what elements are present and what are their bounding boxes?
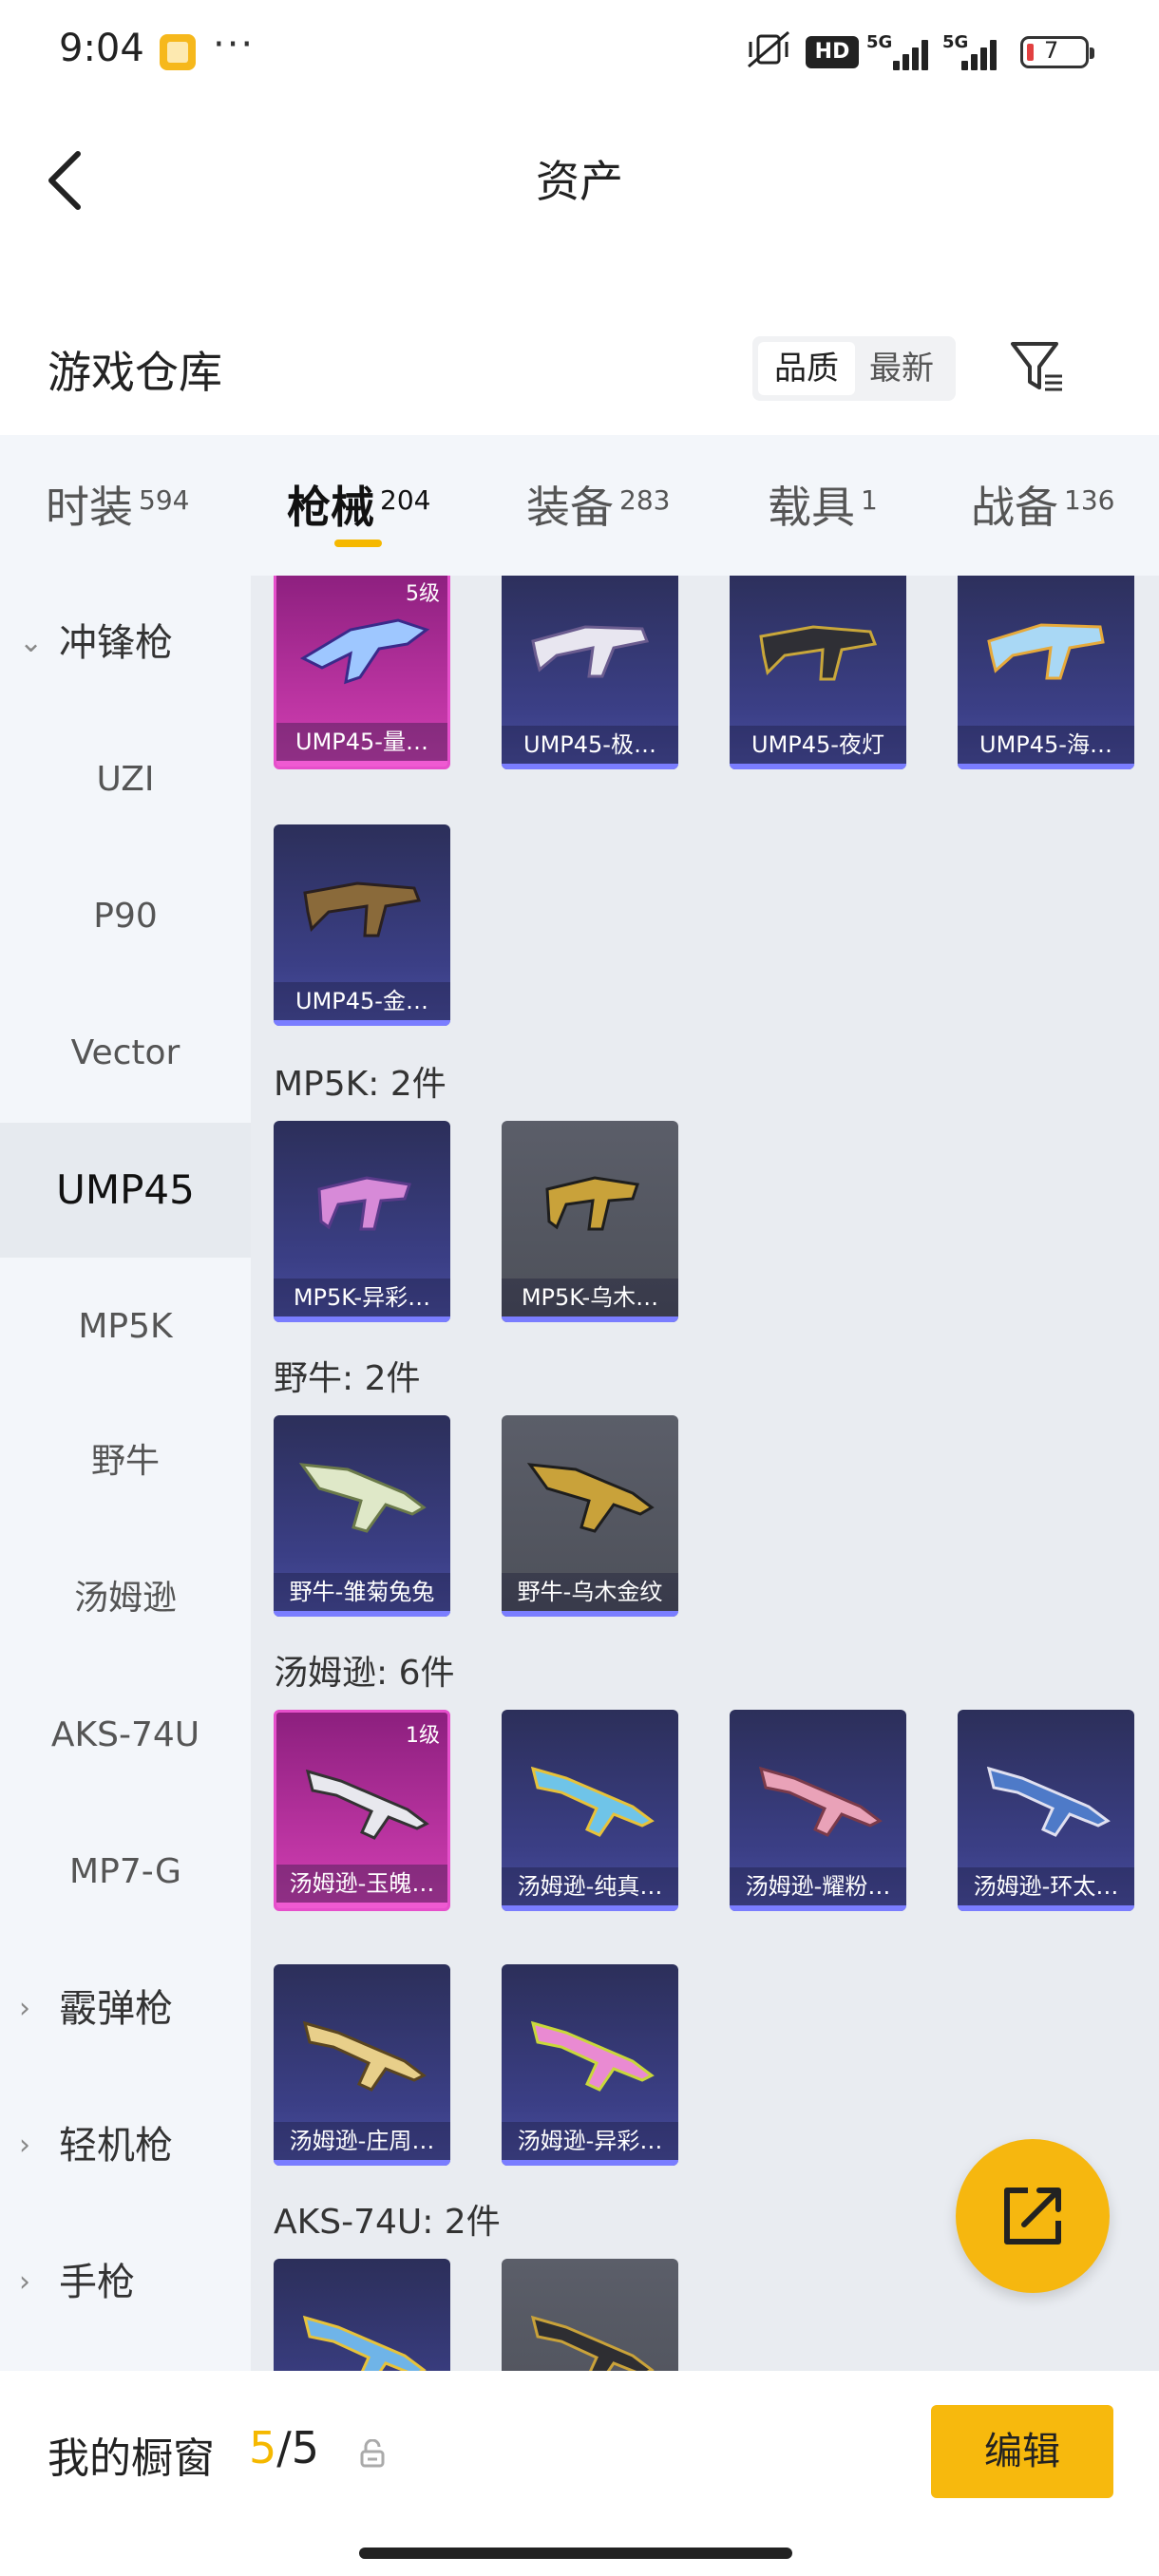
sidebar-item-aks74u[interactable]: AKS-74U [0, 1668, 251, 1803]
lock-icon [360, 2439, 385, 2468]
weapon-skin-icon [302, 2020, 427, 2092]
sidebar-group-lmg[interactable]: › 轻机枪 [0, 2078, 251, 2213]
sort-toggle: 品质 最新 [752, 336, 956, 401]
weapon-skin-icon [530, 2020, 655, 2092]
sidebar-group-pistol[interactable]: › 手枪 [0, 2215, 251, 2350]
sidebar-item-p90[interactable]: P90 [0, 849, 251, 984]
weapon-grid: 5级 UMP45-量… UMP45-极… UMP45-夜灯 UMP45-海… U… [251, 576, 1159, 2371]
chevron-right-icon: › [19, 2129, 30, 2162]
share-fab-button[interactable] [956, 2139, 1110, 2293]
section-title-mp5k: MP5K: 2件 [274, 1065, 446, 1104]
status-time: 9:04 [59, 27, 144, 70]
section-title-yeniu: 野牛: 2件 [274, 1359, 421, 1398]
weapon-skin-icon [545, 1176, 639, 1231]
weapon-skin-icon [758, 1766, 883, 1837]
tab-gear[interactable]: 战备 136 [971, 473, 1114, 536]
status-bar: 9:04 ··· HD 5G 5G 7 [0, 0, 1159, 104]
sidebar-item-yeniu[interactable]: 野牛 [0, 1394, 251, 1529]
weapon-card[interactable]: 5级 UMP45-量… [274, 576, 450, 769]
page-title: 资产 [536, 156, 623, 207]
section-title-aks74u: AKS-74U: 2件 [274, 2203, 501, 2242]
home-indicator[interactable] [359, 2548, 792, 2559]
weapon-sidebar: ⌄ 冲锋枪 UZI P90 Vector UMP45 MP5K 野牛 汤姆逊 AK… [0, 576, 251, 2371]
chevron-right-icon: › [19, 1992, 30, 2025]
weapon-card[interactable]: 1级 汤姆逊-玉魄… [274, 1710, 450, 1911]
weapon-card[interactable]: MP5K-乌木… [502, 1121, 678, 1322]
hd-voice-icon: HD [806, 36, 859, 68]
weapon-skin-icon [986, 1766, 1111, 1837]
showcase-label: 我的橱窗 [48, 2434, 215, 2483]
warehouse-title: 游戏仓库 [48, 347, 222, 398]
tab-vehicles[interactable]: 载具 1 [768, 473, 878, 536]
weapon-skin-icon [530, 2315, 655, 2371]
showcase-bar: 我的橱窗 5/5 编辑 [0, 2371, 1159, 2576]
weapon-card[interactable] [274, 2259, 450, 2371]
weapon-card[interactable]: 汤姆逊-纯真… [502, 1710, 678, 1911]
sidebar-item-vector[interactable]: Vector [0, 986, 251, 1121]
sidebar-item-uzi[interactable]: UZI [0, 712, 251, 847]
sidebar-item-mp5k[interactable]: MP5K [0, 1260, 251, 1394]
vibrate-mute-icon [748, 30, 789, 68]
sidebar-item-tommy[interactable]: 汤姆逊 [0, 1531, 251, 1666]
filter-icon[interactable] [1009, 338, 1066, 395]
weapon-card[interactable]: 汤姆逊-异彩… [502, 1964, 678, 2166]
share-export-icon [1004, 2188, 1061, 2245]
tab-firearms[interactable]: 枪械 204 [287, 473, 430, 536]
weapon-card[interactable] [502, 2259, 678, 2371]
weapon-skin-icon [987, 623, 1105, 680]
weapon-skin-icon [303, 881, 422, 938]
chevron-right-icon: › [19, 2265, 30, 2299]
sidebar-group-shotgun[interactable]: › 霰弹枪 [0, 1941, 251, 2076]
weapon-skin-icon [759, 625, 878, 681]
weapon-skin-icon [317, 1176, 411, 1231]
edit-showcase-button[interactable]: 编辑 [931, 2405, 1113, 2498]
sort-newest-option[interactable]: 最新 [853, 342, 950, 395]
signal-1-icon: 5G [866, 32, 933, 70]
weapon-card[interactable]: UMP45-夜灯 [730, 576, 906, 769]
active-tab-indicator [334, 540, 382, 547]
signal-2-icon: 5G [942, 32, 1009, 70]
tab-fashion[interactable]: 时装 594 [46, 473, 189, 536]
sidebar-item-mp7g[interactable]: MP7-G [0, 1805, 251, 1940]
weapon-skin-icon [526, 1463, 655, 1533]
weapon-skin-icon [530, 1766, 655, 1837]
more-notifications-icon: ··· [213, 23, 256, 66]
battery-icon: 7 [1020, 36, 1094, 68]
sidebar-group-smg[interactable]: ⌄ 冲锋枪 [0, 576, 251, 710]
weapon-skin-icon [302, 2315, 427, 2371]
weapon-skin-icon [299, 618, 430, 685]
weapon-card[interactable]: UMP45-金… [274, 824, 450, 1026]
weapon-card[interactable]: MP5K-异彩… [274, 1121, 450, 1322]
category-tabs: 时装 594 枪械 204 装备 283 载具 1 战备 136 [0, 435, 1159, 576]
weapon-card[interactable]: 汤姆逊-耀粉… [730, 1710, 906, 1911]
weapon-skin-icon [531, 625, 650, 678]
sidebar-item-ump45[interactable]: UMP45 [0, 1123, 251, 1258]
weapon-skin-icon [298, 1463, 427, 1533]
weapon-card[interactable]: 野牛-乌木金纹 [502, 1415, 678, 1617]
chevron-down-icon: ⌄ [19, 626, 44, 659]
weapon-card[interactable]: UMP45-极… [502, 576, 678, 769]
weapon-card[interactable]: 汤姆逊-环太… [958, 1710, 1134, 1911]
weapon-card[interactable]: UMP45-海… [958, 576, 1134, 769]
section-title-tommy: 汤姆逊: 6件 [274, 1654, 455, 1693]
sort-quality-option[interactable]: 品质 [758, 342, 855, 395]
tab-equipment[interactable]: 装备 283 [526, 473, 670, 536]
weapon-card[interactable]: 汤姆逊-庄周… [274, 1964, 450, 2166]
weapon-skin-icon [305, 1769, 429, 1840]
notes-app-icon [160, 34, 196, 70]
weapon-card[interactable]: 野牛-雏菊兔兔 [274, 1415, 450, 1617]
showcase-count: 5/5 [249, 2422, 320, 2473]
